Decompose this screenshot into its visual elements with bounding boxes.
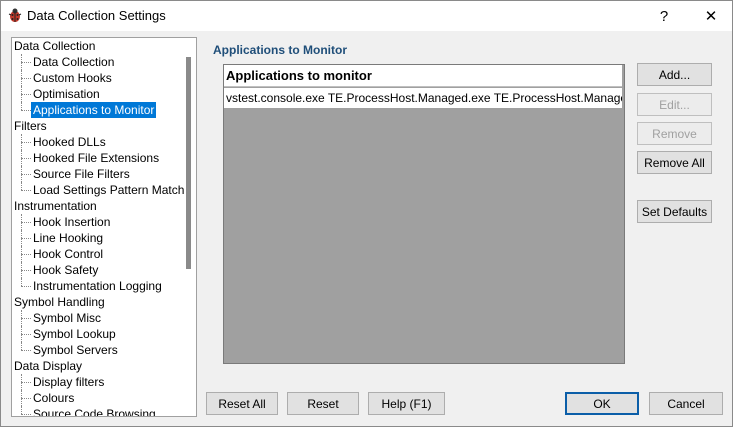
tree-connector xyxy=(21,334,31,335)
tree-item[interactable]: Applications to Monitor xyxy=(31,102,157,118)
add-button[interactable]: Add... xyxy=(637,63,712,86)
tree-category[interactable]: Data Collection xyxy=(14,38,95,54)
tree-connector xyxy=(21,326,22,342)
tree-connector xyxy=(21,102,22,110)
tree-connector xyxy=(21,214,22,230)
list-item[interactable]: vstest.console.exe TE.ProcessHost.Manage… xyxy=(224,88,622,108)
dialog-window: Data Collection Settings ? ✕ Data Collec… xyxy=(0,0,733,427)
tree-connector xyxy=(21,134,22,150)
tree-item[interactable]: Data Collection xyxy=(31,54,116,70)
tree-connector xyxy=(21,158,31,159)
tree-connector xyxy=(21,374,22,390)
tree-item[interactable]: Hook Control xyxy=(31,246,105,262)
tree-item[interactable]: Hook Insertion xyxy=(31,214,112,230)
tree-item[interactable]: Hook Safety xyxy=(31,262,100,278)
tree-connector xyxy=(21,238,31,239)
settings-tree[interactable]: Data Collection Data Collection Custom Hoo… xyxy=(11,37,197,417)
tree-connector xyxy=(21,78,31,79)
bug-app-icon xyxy=(7,7,23,23)
applications-list[interactable]: Applications to monitor vstest.console.e… xyxy=(223,64,625,364)
tree-connector xyxy=(21,110,31,111)
tree-connector xyxy=(21,246,22,262)
reset-button[interactable]: Reset xyxy=(287,392,359,415)
tree-item[interactable]: Symbol Misc xyxy=(31,310,103,326)
tree-connector xyxy=(21,54,22,70)
tree-connector xyxy=(21,286,31,287)
ok-button[interactable]: OK xyxy=(565,392,639,415)
close-button[interactable]: ✕ xyxy=(690,1,732,31)
tree-item[interactable]: Hooked File Extensions xyxy=(31,150,161,166)
title-bar: Data Collection Settings ? ✕ xyxy=(1,1,732,31)
cancel-button[interactable]: Cancel xyxy=(649,392,723,415)
tree-connector xyxy=(21,270,31,271)
tree-item[interactable]: Line Hooking xyxy=(31,230,105,246)
tree-connector xyxy=(21,254,31,255)
tree-connector xyxy=(21,150,22,166)
panel-title: Applications to Monitor xyxy=(213,43,347,57)
set-defaults-button[interactable]: Set Defaults xyxy=(637,200,712,223)
tree-connector xyxy=(21,262,22,278)
tree-connector xyxy=(21,182,22,190)
list-column-header[interactable]: Applications to monitor xyxy=(224,65,622,87)
tree-item[interactable]: Load Settings Pattern Match xyxy=(31,182,186,198)
tree-item[interactable]: Instrumentation Logging xyxy=(31,278,164,294)
tree-connector xyxy=(21,310,22,326)
tree-connector xyxy=(21,86,22,102)
remove-all-button[interactable]: Remove All xyxy=(637,151,712,174)
tree-item[interactable]: Source File Filters xyxy=(31,166,132,182)
window-title: Data Collection Settings xyxy=(27,8,166,23)
tree-category[interactable]: Filters xyxy=(14,118,47,134)
remove-button[interactable]: Remove xyxy=(637,122,712,145)
tree-item[interactable]: Hooked DLLs xyxy=(31,134,108,150)
tree-item[interactable]: Symbol Servers xyxy=(31,342,120,358)
tree-connector xyxy=(21,142,31,143)
edit-button[interactable]: Edit... xyxy=(637,93,712,116)
tree-connector xyxy=(21,318,31,319)
tree-connector xyxy=(21,278,22,286)
tree-scrollbar-thumb[interactable] xyxy=(186,57,191,269)
tree-connector xyxy=(21,174,31,175)
tree-category[interactable]: Symbol Handling xyxy=(14,294,105,310)
tree-connector xyxy=(21,190,31,191)
tree-connector xyxy=(21,342,22,350)
tree-item[interactable]: Colours xyxy=(31,390,76,406)
tree-connector xyxy=(21,70,22,86)
tree-item[interactable]: Symbol Lookup xyxy=(31,326,118,342)
tree-connector xyxy=(21,94,31,95)
tree-category[interactable]: Instrumentation xyxy=(14,198,97,214)
tree-connector xyxy=(21,222,31,223)
tree-item[interactable]: Display filters xyxy=(31,374,106,390)
tree-connector xyxy=(21,390,22,406)
tree-connector xyxy=(21,398,31,399)
tree-connector xyxy=(21,230,22,246)
tree-connector xyxy=(21,62,31,63)
reset-all-button[interactable]: Reset All xyxy=(206,392,278,415)
tree-category[interactable]: Data Display xyxy=(14,358,82,374)
tree-item[interactable]: Custom Hooks xyxy=(31,70,114,86)
tree-connector xyxy=(21,382,31,383)
help-f1-button[interactable]: Help (F1) xyxy=(368,392,445,415)
tree-connector xyxy=(21,350,31,351)
tree-connector xyxy=(21,414,31,415)
tree-item[interactable]: Source Code Browsing xyxy=(31,406,158,416)
tree-connector xyxy=(21,406,22,414)
tree-item[interactable]: Optimisation xyxy=(31,86,102,102)
help-question-button[interactable]: ? xyxy=(643,1,685,31)
tree-connector xyxy=(21,166,22,182)
